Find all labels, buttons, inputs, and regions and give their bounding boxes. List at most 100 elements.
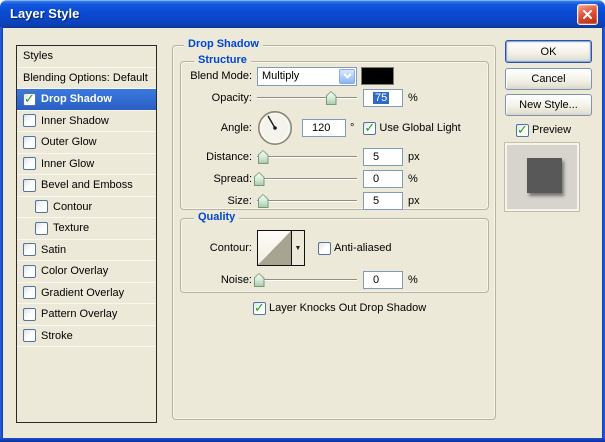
layer-knocks-out-checkbox[interactable]	[253, 300, 266, 316]
style-enable-checkbox[interactable]	[23, 135, 36, 149]
sidebar-item-inner-shadow[interactable]: Inner Shadow	[17, 111, 156, 132]
sidebar-item-stroke[interactable]: Stroke	[17, 326, 156, 347]
style-enable-checkbox[interactable]	[23, 307, 36, 321]
style-enable-checkbox[interactable]	[23, 264, 36, 278]
sidebar-item-label: Styles	[23, 50, 53, 63]
style-enable-checkbox[interactable]	[23, 114, 36, 128]
knockout-row: Layer Knocks Out Drop Shadow	[253, 298, 426, 318]
sidebar-item-color-overlay[interactable]: Color Overlay	[17, 261, 156, 283]
spread-row: Spread: 0 %	[180, 169, 418, 189]
chevron-down-icon[interactable]	[339, 68, 355, 84]
sidebar-item-gradient-overlay[interactable]: Gradient Overlay	[17, 283, 156, 304]
size-slider-thumb[interactable]	[257, 194, 269, 208]
distance-slider-thumb[interactable]	[257, 150, 269, 164]
angle-dial[interactable]	[257, 110, 293, 146]
opacity-field[interactable]: 75	[363, 89, 403, 107]
sidebar-item-satin[interactable]: Satin	[17, 240, 156, 261]
sidebar-item-label: Stroke	[41, 329, 73, 342]
sidebar-item-label: Contour	[53, 200, 93, 213]
title-bar[interactable]: Layer Style	[0, 0, 605, 28]
contour-label: Contour:	[209, 242, 252, 254]
ok-button[interactable]: OK	[505, 40, 592, 63]
close-button[interactable]	[577, 4, 598, 25]
distance-slider[interactable]	[257, 149, 357, 165]
layer-style-dialog: Layer Style Styles Blending Options: Defa…	[0, 0, 605, 442]
cancel-button[interactable]: Cancel	[505, 68, 592, 90]
spread-label: Spread:	[213, 173, 252, 185]
size-field[interactable]: 5	[363, 192, 403, 210]
opacity-unit: %	[408, 92, 418, 104]
sidebar-item-styles[interactable]: Styles	[17, 46, 156, 68]
new-style-button[interactable]: New Style...	[505, 94, 592, 116]
preview-square-with-shadow	[527, 158, 562, 193]
angle-row: Angle: 120 ° Use Global Light	[180, 108, 461, 148]
contour-row: Contour: ▼ Anti-aliased	[180, 230, 391, 266]
window-border-bottom	[0, 438, 605, 442]
use-global-light-label: Use Global Light	[379, 122, 461, 134]
sidebar-item-label: Satin	[41, 243, 67, 256]
distance-row: Distance: 5 px	[180, 147, 420, 167]
sidebar-item-label: Pattern Overlay	[41, 308, 118, 321]
sidebar-item-blending-options-default[interactable]: Blending Options: Default	[17, 68, 156, 89]
sidebar-item-drop-shadow[interactable]: Drop Shadow	[17, 89, 156, 111]
size-label: Size:	[227, 195, 252, 207]
opacity-slider[interactable]	[257, 90, 357, 106]
noise-value: 0	[373, 274, 380, 286]
angle-label: Angle:	[220, 122, 252, 134]
structure-group-title: Structure	[194, 54, 251, 66]
distance-field[interactable]: 5	[363, 148, 403, 166]
style-enable-checkbox[interactable]	[23, 91, 36, 107]
style-enable-checkbox[interactable]	[23, 178, 36, 192]
anti-aliased-checkbox[interactable]	[318, 241, 331, 255]
blend-mode-value: Multiply	[262, 70, 300, 82]
sidebar-item-outer-glow[interactable]: Outer Glow	[17, 132, 156, 154]
style-enable-checkbox[interactable]	[23, 329, 36, 343]
sidebar-item-contour[interactable]: Contour	[17, 197, 156, 218]
size-slider[interactable]	[257, 193, 357, 209]
preview-checkbox[interactable]	[516, 122, 529, 138]
sidebar-item-label: Blending Options: Default	[23, 71, 148, 84]
style-enable-checkbox[interactable]	[35, 200, 48, 214]
noise-slider-thumb[interactable]	[253, 273, 265, 287]
spread-slider-thumb[interactable]	[253, 172, 265, 186]
noise-field[interactable]: 0	[363, 271, 403, 289]
blend-mode-select[interactable]: Multiply	[257, 66, 357, 86]
noise-row: Noise: 0 %	[180, 270, 418, 290]
noise-unit: %	[408, 274, 418, 286]
slider-groove	[257, 279, 357, 281]
drop-shadow-group-title: Drop Shadow	[184, 38, 263, 50]
sidebar-item-texture[interactable]: Texture	[17, 218, 156, 240]
use-global-light-checkbox[interactable]	[363, 120, 377, 136]
style-enable-checkbox[interactable]	[23, 243, 36, 257]
angle-unit: °	[350, 122, 355, 134]
sidebar-item-label: Inner Glow	[41, 157, 95, 170]
opacity-label: Opacity:	[211, 92, 252, 104]
quality-group-title: Quality	[194, 211, 240, 223]
sidebar-item-pattern-overlay[interactable]: Pattern Overlay	[17, 304, 156, 326]
ok-button-label: OK	[540, 45, 557, 58]
blend-mode-label: Blend Mode:	[190, 70, 252, 82]
angle-field[interactable]: 120	[302, 119, 346, 137]
style-preview-thumbnail	[504, 142, 580, 212]
sidebar-item-inner-glow[interactable]: Inner Glow	[17, 154, 156, 175]
anti-aliased-label: Anti-aliased	[334, 242, 392, 254]
preview-row: Preview	[516, 120, 571, 140]
size-unit: px	[408, 195, 420, 207]
sidebar-item-bevel-and-emboss[interactable]: Bevel and Emboss	[17, 175, 156, 197]
style-enable-checkbox[interactable]	[23, 157, 36, 171]
spread-field[interactable]: 0	[363, 170, 403, 188]
distance-label: Distance:	[206, 151, 252, 163]
dropdown-arrow-icon[interactable]: ▼	[291, 231, 304, 265]
opacity-slider-thumb[interactable]	[325, 91, 337, 105]
opacity-row: Opacity: 75 %	[180, 88, 418, 108]
spread-slider[interactable]	[253, 171, 357, 187]
size-row: Size: 5 px	[180, 191, 420, 211]
close-icon	[583, 10, 592, 19]
sidebar-item-label: Inner Shadow	[41, 114, 109, 127]
shadow-color-swatch[interactable]	[361, 67, 394, 85]
contour-picker[interactable]: ▼	[257, 230, 305, 266]
style-enable-checkbox[interactable]	[35, 221, 48, 235]
style-enable-checkbox[interactable]	[23, 286, 36, 300]
noise-slider[interactable]	[253, 272, 357, 288]
contour-preview[interactable]	[258, 231, 291, 265]
